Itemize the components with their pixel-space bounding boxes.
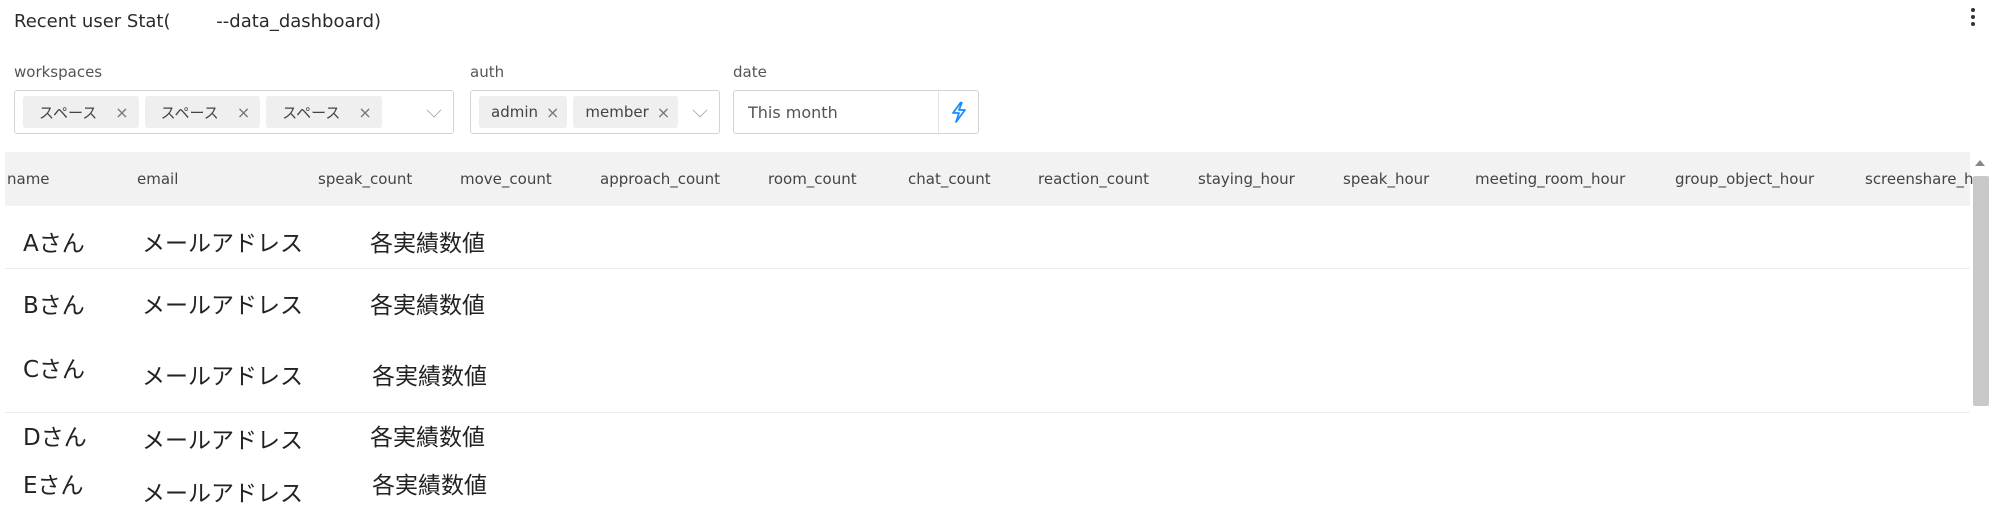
workspace-chip-label: スペース: [282, 103, 341, 122]
cell-name: Bさん: [23, 293, 85, 319]
cell-name: Eさん: [23, 473, 84, 499]
table-row[interactable]: Dさん メールアドレス 各実績数値: [5, 416, 1970, 466]
table-row[interactable]: Aさん メールアドレス 各実績数値: [5, 206, 1970, 268]
workspace-chip-label: スペース: [160, 103, 219, 122]
auth-filter: auth admin × member ×: [470, 62, 720, 134]
cell-email: メールアドレス: [142, 364, 303, 390]
table-row[interactable]: Eさん メールアドレス 各実績数値: [5, 464, 1970, 522]
workspaces-label: workspaces: [14, 63, 103, 81]
cell-email: メールアドレス: [142, 293, 303, 319]
user-stats-table: name email speak_count move_count approa…: [5, 152, 1990, 522]
title-bar: Recent user Stat( --data_dashboard): [14, 8, 381, 34]
workspaces-filter: workspaces スペース × スペース × スペース ×: [14, 62, 454, 134]
cell-name: Cさん: [23, 357, 86, 383]
row-divider: [5, 412, 1970, 413]
auth-label: auth: [470, 63, 505, 81]
column-header-speak-count[interactable]: speak_count: [318, 152, 412, 206]
auth-chip: member ×: [573, 96, 679, 128]
cell-name: Aさん: [23, 231, 85, 257]
close-icon[interactable]: ×: [358, 103, 371, 122]
cell-value: 各実績数値: [370, 293, 485, 319]
close-icon[interactable]: ×: [657, 103, 670, 122]
scrollbar-thumb[interactable]: [1973, 176, 1989, 406]
cell-value: 各実績数値: [370, 425, 485, 451]
column-header-screenshare-hour[interactable]: screenshare_h: [1865, 152, 1973, 206]
column-header-speak-hour[interactable]: speak_hour: [1343, 152, 1429, 206]
cell-email: メールアドレス: [142, 428, 303, 454]
date-input[interactable]: [742, 92, 912, 132]
close-icon[interactable]: ×: [546, 103, 559, 122]
scroll-up-icon[interactable]: [1975, 160, 1985, 166]
date-filter: date: [733, 62, 979, 134]
cell-value: 各実績数値: [372, 364, 487, 390]
table-header: name email speak_count move_count approa…: [5, 152, 1973, 206]
workspace-chip: スペース ×: [23, 96, 139, 128]
table-row[interactable]: Cさん メールアドレス 各実績数値: [5, 332, 1970, 406]
column-header-approach-count[interactable]: approach_count: [600, 152, 720, 206]
panel-title: Recent user Stat( --data_dashboard): [14, 10, 382, 32]
column-header-group-object-hour[interactable]: group_object_hour: [1675, 152, 1814, 206]
vertical-scrollbar[interactable]: [1970, 152, 1990, 522]
workspace-chip-label: スペース: [39, 103, 98, 122]
column-header-reaction-count[interactable]: reaction_count: [1038, 152, 1149, 206]
cell-email: メールアドレス: [142, 481, 303, 507]
cell-email: メールアドレス: [142, 231, 303, 257]
chevron-down-icon[interactable]: [426, 102, 442, 118]
workspace-chip: スペース ×: [144, 96, 261, 128]
lightning-bolt-icon[interactable]: [938, 91, 978, 133]
cell-name: Dさん: [23, 425, 87, 451]
more-vertical-icon[interactable]: [1964, 6, 1982, 28]
dashboard-panel: Recent user Stat( --data_dashboard) work…: [0, 0, 2000, 522]
column-header-meeting-room-hour[interactable]: meeting_room_hour: [1475, 152, 1625, 206]
workspace-chip: スペース ×: [266, 96, 382, 128]
auth-chip-label: admin: [491, 103, 538, 121]
column-header-room-count[interactable]: room_count: [768, 152, 857, 206]
chevron-down-icon[interactable]: [692, 102, 708, 118]
cell-value: 各実績数値: [372, 473, 487, 499]
cell-value: 各実績数値: [370, 231, 485, 257]
column-header-chat-count[interactable]: chat_count: [908, 152, 991, 206]
table-row[interactable]: Bさん メールアドレス 各実績数値: [5, 268, 1970, 332]
column-header-move-count[interactable]: move_count: [460, 152, 552, 206]
auth-select[interactable]: admin × member ×: [470, 90, 720, 134]
workspaces-select[interactable]: スペース × スペース × スペース ×: [14, 90, 454, 134]
auth-chip-label: member: [585, 103, 649, 121]
date-label: date: [733, 63, 767, 81]
column-header-email[interactable]: email: [137, 152, 178, 206]
column-header-name[interactable]: name: [7, 152, 50, 206]
column-header-staying-hour[interactable]: staying_hour: [1198, 152, 1295, 206]
close-icon[interactable]: ×: [115, 103, 128, 122]
close-icon[interactable]: ×: [237, 103, 250, 122]
date-field: [733, 90, 979, 134]
auth-chip: admin ×: [479, 96, 568, 128]
